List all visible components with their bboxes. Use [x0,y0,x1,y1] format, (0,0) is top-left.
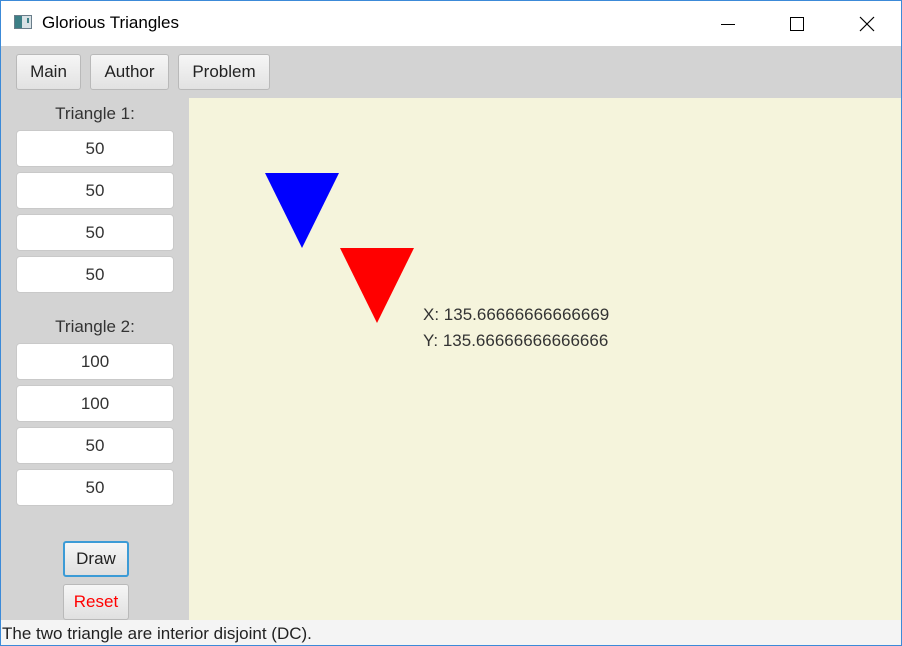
triangle1-field-2[interactable] [16,172,174,209]
sidebar: Triangle 1: Triangle 2: Draw Reset [1,98,189,620]
title-bar[interactable]: Glorious Triangles [1,1,901,46]
minimize-button[interactable] [705,1,751,46]
draw-button[interactable]: Draw [63,541,129,577]
triangle2-field-3[interactable] [16,427,174,464]
triangle1-field-3[interactable] [16,214,174,251]
problem-button[interactable]: Problem [178,54,270,90]
maximize-icon [790,16,804,31]
minimize-icon [721,23,735,25]
triangle1-field-4[interactable] [16,256,174,293]
app-icon [14,15,32,29]
window-title: Glorious Triangles [42,13,180,32]
triangle-1 [265,173,339,248]
reset-button[interactable]: Reset [63,584,129,620]
author-button[interactable]: Author [90,54,169,90]
app-window: Glorious Triangles Main Author Problem T… [0,0,902,646]
triangle2-field-4[interactable] [16,469,174,506]
status-message: The two triangle are interior disjoint (… [2,624,312,643]
main-button[interactable]: Main [16,54,81,90]
drawing-canvas[interactable]: X: 135.66666666666669 Y: 135.66666666666… [189,98,901,620]
triangle1-field-1[interactable] [16,130,174,167]
coordinate-y-readout: Y: 135.66666666666666 [423,331,609,350]
maximize-button[interactable] [774,1,820,46]
triangle2-field-2[interactable] [16,385,174,422]
triangles-drawing [265,173,414,323]
triangle2-label: Triangle 2: [55,317,135,336]
triangle1-label: Triangle 1: [55,104,135,123]
coordinate-x-readout: X: 135.66666666666669 [423,305,610,324]
close-button[interactable] [844,1,890,46]
toolbar: Main Author Problem [1,46,901,98]
triangle-2 [340,248,414,323]
triangle2-field-1[interactable] [16,343,174,380]
close-icon [859,16,875,31]
status-bar: The two triangle are interior disjoint (… [1,620,901,645]
